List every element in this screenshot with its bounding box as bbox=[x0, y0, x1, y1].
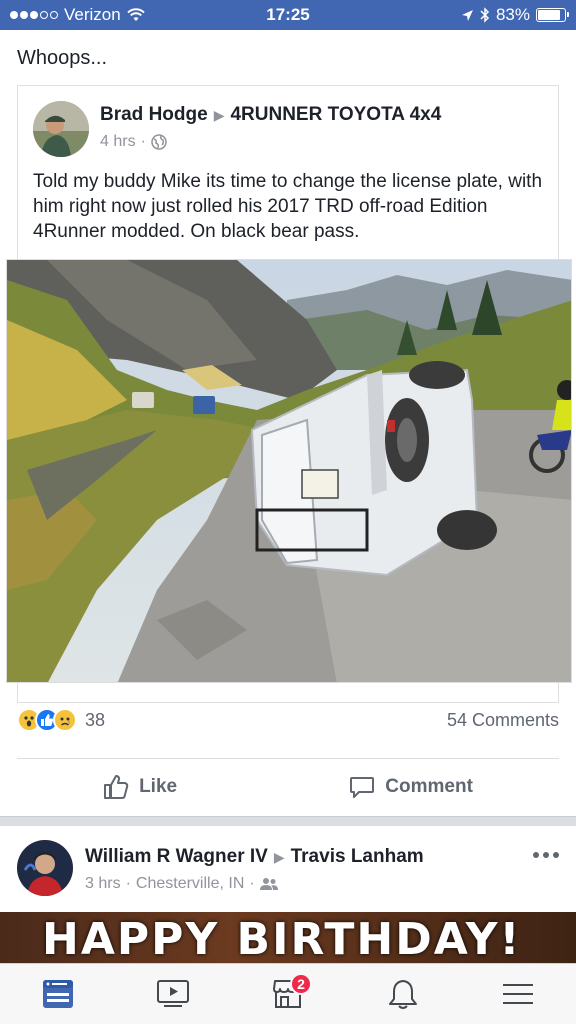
wifi-icon bbox=[127, 8, 145, 21]
globe-icon bbox=[151, 134, 167, 150]
next-target-name-link[interactable]: Travis Lanham bbox=[291, 846, 424, 868]
tab-news-feed[interactable] bbox=[28, 969, 88, 1019]
next-post-time-link[interactable]: 3 hrs bbox=[85, 875, 121, 893]
feed-divider bbox=[0, 816, 576, 826]
status-bar: Verizon 17:25 83% bbox=[0, 0, 576, 30]
next-post-meta: William R Wagner IV ▶ Travis Lanham 3 hr… bbox=[85, 840, 424, 896]
bell-icon bbox=[389, 980, 418, 1009]
battery-percent: 83% bbox=[495, 5, 530, 24]
news-feed-icon bbox=[42, 980, 73, 1008]
status-right: 83% bbox=[461, 5, 569, 25]
tab-menu[interactable] bbox=[488, 969, 548, 1019]
next-post-subline: 3 hrs · Chesterville, IN · bbox=[85, 875, 424, 893]
shared-post-header: Brad Hodge ▶ 4RUNNER TOYOTA 4x4 4 hrs · bbox=[18, 86, 558, 157]
post-photo[interactable] bbox=[6, 259, 572, 683]
post-names: Brad Hodge ▶ 4RUNNER TOYOTA 4x4 bbox=[100, 104, 441, 126]
sad-reaction-icon bbox=[53, 708, 77, 732]
tab-marketplace[interactable]: 2 bbox=[258, 969, 318, 1019]
comment-bubble-icon bbox=[350, 776, 375, 798]
battery-icon bbox=[536, 8, 569, 22]
like-button[interactable]: Like bbox=[103, 774, 177, 800]
more-options-icon[interactable] bbox=[533, 852, 559, 858]
next-post-header: William R Wagner IV ▶ Travis Lanham 3 hr… bbox=[17, 840, 559, 896]
birthday-banner-text: HAPPY BIRTHDAY! bbox=[42, 914, 522, 964]
shared-post-card[interactable]: Brad Hodge ▶ 4RUNNER TOYOTA 4x4 4 hrs · … bbox=[6, 85, 572, 703]
post-subline: 4 hrs · bbox=[100, 133, 441, 151]
carrier-label: Verizon bbox=[64, 5, 121, 24]
triangle-right-icon: ▶ bbox=[213, 106, 225, 123]
tab-notifications[interactable] bbox=[373, 969, 433, 1019]
group-name-link[interactable]: 4RUNNER TOYOTA 4x4 bbox=[230, 104, 441, 126]
status-left: Verizon bbox=[10, 5, 145, 25]
next-author-avatar[interactable] bbox=[17, 840, 73, 896]
next-post-names: William R Wagner IV ▶ Travis Lanham bbox=[85, 846, 424, 868]
shared-post-meta: Brad Hodge ▶ 4RUNNER TOYOTA 4x4 4 hrs · bbox=[100, 101, 441, 157]
video-icon bbox=[156, 980, 189, 1007]
rollover-photo-illustration bbox=[7, 260, 571, 682]
reactions-summary[interactable]: 38 54 Comments bbox=[17, 708, 559, 732]
tab-watch[interactable] bbox=[143, 969, 203, 1019]
reaction-icons[interactable]: 38 bbox=[17, 708, 105, 732]
triangle-right-icon: ▶ bbox=[273, 848, 285, 865]
birthday-banner-image[interactable]: HAPPY BIRTHDAY! bbox=[0, 912, 576, 964]
middot-separator: · bbox=[125, 875, 131, 892]
story-caption: Whoops... bbox=[17, 47, 108, 69]
author-name-link[interactable]: Brad Hodge bbox=[100, 104, 208, 126]
shared-post-text: Told my buddy Mike its time to change th… bbox=[33, 171, 543, 242]
battery-fill bbox=[538, 10, 560, 20]
thumbs-up-icon bbox=[104, 774, 129, 799]
bottom-tab-bar: 2 bbox=[0, 963, 576, 1024]
location-arrow-icon bbox=[461, 9, 473, 21]
marketplace-badge: 2 bbox=[289, 973, 312, 995]
comments-count-link[interactable]: 54 Comments bbox=[447, 710, 559, 731]
comment-button[interactable]: Comment bbox=[349, 774, 473, 800]
comment-label: Comment bbox=[385, 775, 473, 797]
menu-icon bbox=[503, 984, 534, 1004]
post-action-bar: Like Comment bbox=[17, 758, 559, 814]
like-label: Like bbox=[139, 775, 178, 797]
reaction-count: 38 bbox=[85, 709, 106, 730]
friends-icon bbox=[259, 878, 278, 890]
next-author-name-link[interactable]: William R Wagner IV bbox=[85, 846, 268, 868]
middot-separator: · bbox=[140, 133, 146, 150]
post-time-link[interactable]: 4 hrs bbox=[100, 133, 136, 151]
middot-separator: · bbox=[249, 875, 255, 892]
bluetooth-icon bbox=[480, 7, 490, 23]
next-post-location[interactable]: Chesterville, IN bbox=[136, 875, 244, 893]
signal-icon bbox=[10, 11, 58, 19]
author-avatar[interactable] bbox=[33, 101, 89, 157]
news-feed: Whoops... Brad Hodge ▶ 4RUNNER TOYOTA 4x… bbox=[0, 30, 576, 703]
